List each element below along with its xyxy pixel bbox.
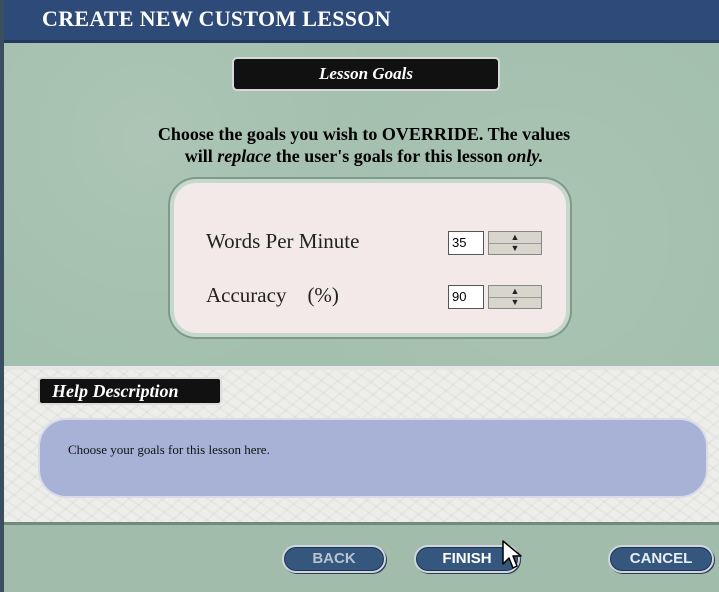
goal-label-wpm: Words Per Minute xyxy=(206,229,360,253)
instructions-text-2: will xyxy=(184,146,218,166)
back-button[interactable]: BACK xyxy=(282,545,386,573)
accuracy-spinner: 90 ▲ ▼ xyxy=(448,283,542,313)
help-title: Help Description xyxy=(52,381,179,401)
button-bar: BACK FINISH CANCEL xyxy=(4,522,719,592)
wpm-spinner-buttons: ▲ ▼ xyxy=(488,231,542,255)
instructions-emphasis-replace: replace xyxy=(217,146,272,166)
help-header: Help Description xyxy=(38,377,222,405)
lesson-wizard-window: CREATE NEW CUSTOM LESSON Lesson Goals Ch… xyxy=(0,0,719,592)
instructions-emphasis-only: only. xyxy=(507,146,544,166)
down-arrow-icon[interactable]: ▼ xyxy=(489,243,541,254)
instructions-text-3: the user's goals for this lesson xyxy=(271,146,508,166)
wpm-spinner: 35 ▲ ▼ xyxy=(448,229,542,259)
section-header: Lesson Goals xyxy=(232,57,500,91)
mouse-pointer-icon xyxy=(502,540,522,569)
help-panel: Help Description Choose your goals for t… xyxy=(4,370,719,522)
help-box: Choose your goals for this lesson here. xyxy=(40,420,706,496)
goals-box: Words Per Minute 35 ▲ ▼ Accuracy (%) 90 … xyxy=(174,183,566,333)
help-text: Choose your goals for this lesson here. xyxy=(68,442,270,457)
cancel-button[interactable]: CANCEL xyxy=(608,545,714,573)
footer-divider xyxy=(4,522,719,525)
accuracy-spinner-buttons: ▲ ▼ xyxy=(488,285,542,309)
title-bar: CREATE NEW CUSTOM LESSON xyxy=(4,0,719,43)
section-title: Lesson Goals xyxy=(319,64,413,83)
goals-panel: Lesson Goals Choose the goals you wish t… xyxy=(4,43,719,366)
goal-label-accuracy: Accuracy (%) xyxy=(206,283,339,307)
down-arrow-icon[interactable]: ▼ xyxy=(489,297,541,308)
instructions-line-1: Choose the goals you wish to OVERRIDE. T… xyxy=(157,124,571,144)
wpm-input[interactable]: 35 xyxy=(448,231,484,255)
window-title: CREATE NEW CUSTOM LESSON xyxy=(42,6,391,31)
instructions: Choose the goals you wish to OVERRIDE. T… xyxy=(64,123,664,167)
accuracy-input[interactable]: 90 xyxy=(448,285,484,309)
